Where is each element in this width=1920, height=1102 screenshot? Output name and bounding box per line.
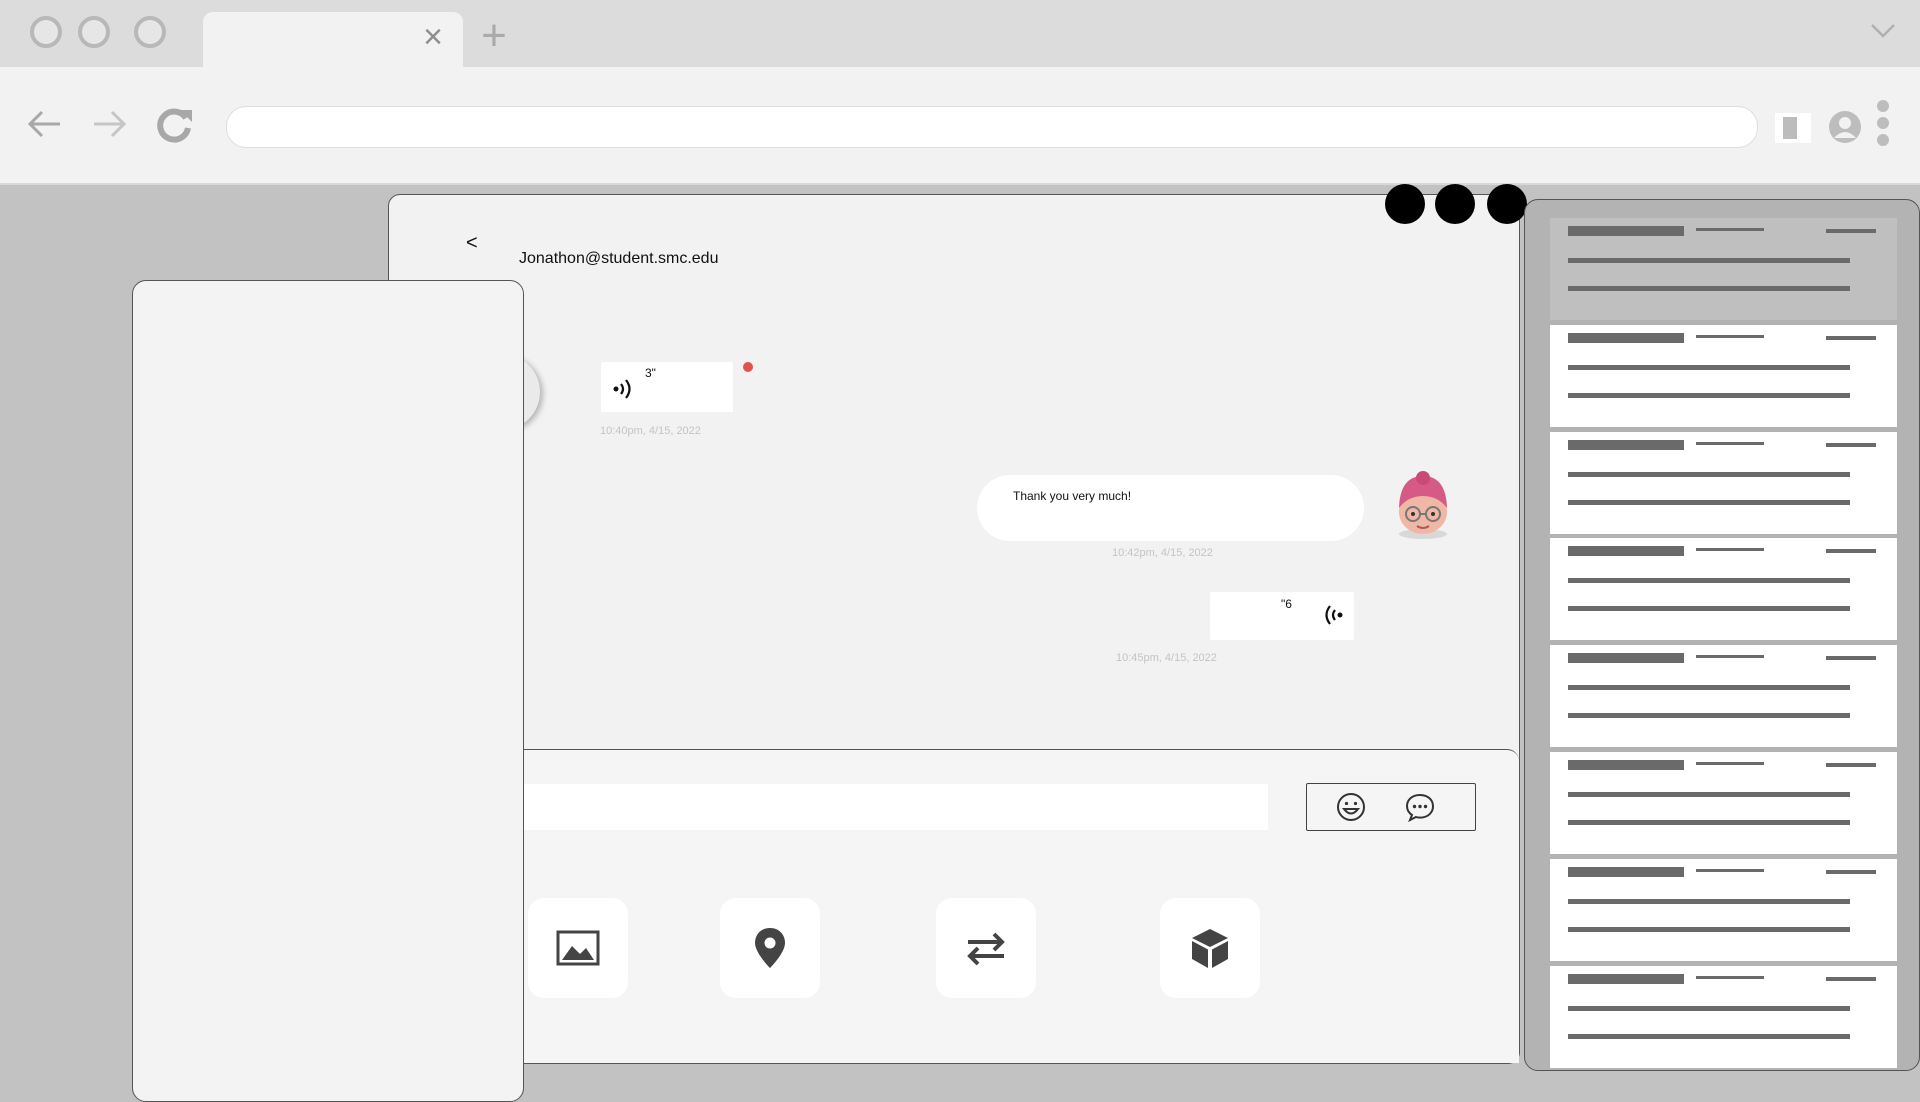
placeholder-text-line bbox=[1696, 975, 1764, 979]
memoji-avatar-icon[interactable] bbox=[1390, 470, 1456, 540]
placeholder-text-line bbox=[1568, 439, 1684, 450]
send-location-button[interactable] bbox=[720, 898, 820, 998]
left-overlay-panel bbox=[132, 280, 524, 1102]
back-button[interactable]: < bbox=[466, 232, 478, 255]
message-timestamp: 10:42pm, 4/15, 2022 bbox=[1112, 547, 1213, 559]
placeholder-text-line bbox=[1568, 685, 1850, 691]
placeholder-text-line bbox=[1568, 973, 1684, 984]
sound-wave-icon bbox=[1325, 605, 1343, 625]
placeholder-text-line bbox=[1826, 229, 1876, 233]
placeholder-text-line bbox=[1568, 499, 1850, 505]
list-item[interactable] bbox=[1550, 965, 1897, 1068]
placeholder-text-line bbox=[1696, 655, 1764, 659]
placeholder-text-line bbox=[1568, 471, 1850, 477]
window-maximize-control[interactable] bbox=[134, 16, 166, 48]
new-tab-icon[interactable]: + bbox=[476, 14, 512, 58]
placeholder-text-line bbox=[1568, 226, 1684, 236]
forward-arrow-icon[interactable] bbox=[82, 96, 138, 152]
placeholder-text-line bbox=[1568, 713, 1850, 719]
profile-icon[interactable] bbox=[1828, 110, 1862, 144]
placeholder-text-line bbox=[1826, 656, 1876, 661]
placeholder-text-line bbox=[1696, 548, 1764, 552]
list-item[interactable] bbox=[1550, 218, 1897, 320]
placeholder-text-line bbox=[1696, 868, 1764, 872]
tab-close-icon[interactable]: × bbox=[418, 20, 448, 54]
placeholder-text-line bbox=[1826, 442, 1876, 447]
message-input[interactable] bbox=[520, 784, 1268, 830]
placeholder-text-line bbox=[1568, 653, 1684, 664]
location-pin-icon bbox=[755, 928, 785, 968]
voice-duration: 3" bbox=[645, 366, 656, 380]
composer-icon-group bbox=[1306, 783, 1476, 831]
placeholder-text-line bbox=[1568, 1005, 1850, 1011]
list-item[interactable] bbox=[1550, 431, 1897, 534]
placeholder-text-line bbox=[1568, 792, 1850, 797]
placeholder-text-line bbox=[1696, 441, 1764, 445]
transfer-button[interactable] bbox=[936, 898, 1036, 998]
list-item[interactable] bbox=[1550, 538, 1897, 641]
address-bar[interactable] bbox=[226, 106, 1758, 148]
placeholder-text-line bbox=[1568, 392, 1850, 398]
list-item[interactable] bbox=[1550, 645, 1897, 748]
placeholder-text-line bbox=[1826, 549, 1876, 554]
window-dot-1 bbox=[1385, 184, 1425, 224]
placeholder-text-line bbox=[1568, 546, 1684, 557]
placeholder-text-line bbox=[1568, 820, 1850, 825]
placeholder-text-line bbox=[1568, 258, 1850, 263]
placeholder-text-line bbox=[1568, 760, 1684, 770]
placeholder-text-line bbox=[1696, 334, 1764, 338]
contact-name: Jonathon@student.smc.edu bbox=[519, 250, 719, 267]
placeholder-text-line bbox=[1826, 763, 1876, 767]
placeholder-text-line bbox=[1568, 364, 1850, 370]
window-minimize-control[interactable] bbox=[78, 16, 110, 48]
placeholder-text-line bbox=[1568, 866, 1684, 877]
message-timestamp: 10:45pm, 4/15, 2022 bbox=[1116, 652, 1217, 664]
unread-indicator bbox=[743, 362, 753, 372]
list-item[interactable] bbox=[1550, 752, 1897, 854]
emoji-icon[interactable] bbox=[1335, 791, 1367, 823]
placeholder-text-line bbox=[1568, 1033, 1850, 1039]
placeholder-text-line bbox=[1568, 926, 1850, 932]
transfer-icon bbox=[967, 932, 1005, 966]
message-text: Thank you very much! bbox=[1013, 489, 1132, 503]
window-dot-2 bbox=[1435, 184, 1475, 224]
text-message-outgoing[interactable] bbox=[977, 475, 1364, 541]
send-image-button[interactable] bbox=[528, 898, 628, 998]
placeholder-text-line bbox=[1568, 332, 1684, 343]
placeholder-text-line bbox=[1568, 578, 1850, 584]
voice-duration: "6 bbox=[1281, 597, 1292, 611]
image-icon bbox=[556, 930, 600, 966]
extension-icon[interactable] bbox=[1775, 113, 1811, 143]
placeholder-text-line bbox=[1568, 898, 1850, 904]
window-close-control[interactable] bbox=[30, 16, 62, 48]
sound-wave-icon bbox=[613, 379, 631, 399]
chat-bubble-icon[interactable] bbox=[1404, 791, 1436, 823]
package-icon bbox=[1192, 929, 1228, 968]
list-item[interactable] bbox=[1550, 858, 1897, 961]
placeholder-text-line bbox=[1568, 606, 1850, 612]
placeholder-text-line bbox=[1696, 762, 1764, 765]
back-arrow-icon[interactable] bbox=[16, 96, 72, 152]
browser-menu-icon[interactable] bbox=[1874, 100, 1892, 154]
list-item[interactable] bbox=[1550, 324, 1897, 427]
reload-icon[interactable] bbox=[146, 96, 202, 152]
window-dot-3 bbox=[1487, 184, 1527, 224]
chevron-down-icon[interactable] bbox=[1866, 14, 1900, 48]
placeholder-text-line bbox=[1826, 869, 1876, 874]
placeholder-text-line bbox=[1696, 228, 1764, 231]
send-package-button[interactable] bbox=[1160, 898, 1260, 998]
message-timestamp: 10:40pm, 4/15, 2022 bbox=[600, 425, 701, 437]
placeholder-text-line bbox=[1826, 335, 1876, 340]
placeholder-text-line bbox=[1826, 976, 1876, 981]
placeholder-text-line bbox=[1568, 286, 1850, 291]
